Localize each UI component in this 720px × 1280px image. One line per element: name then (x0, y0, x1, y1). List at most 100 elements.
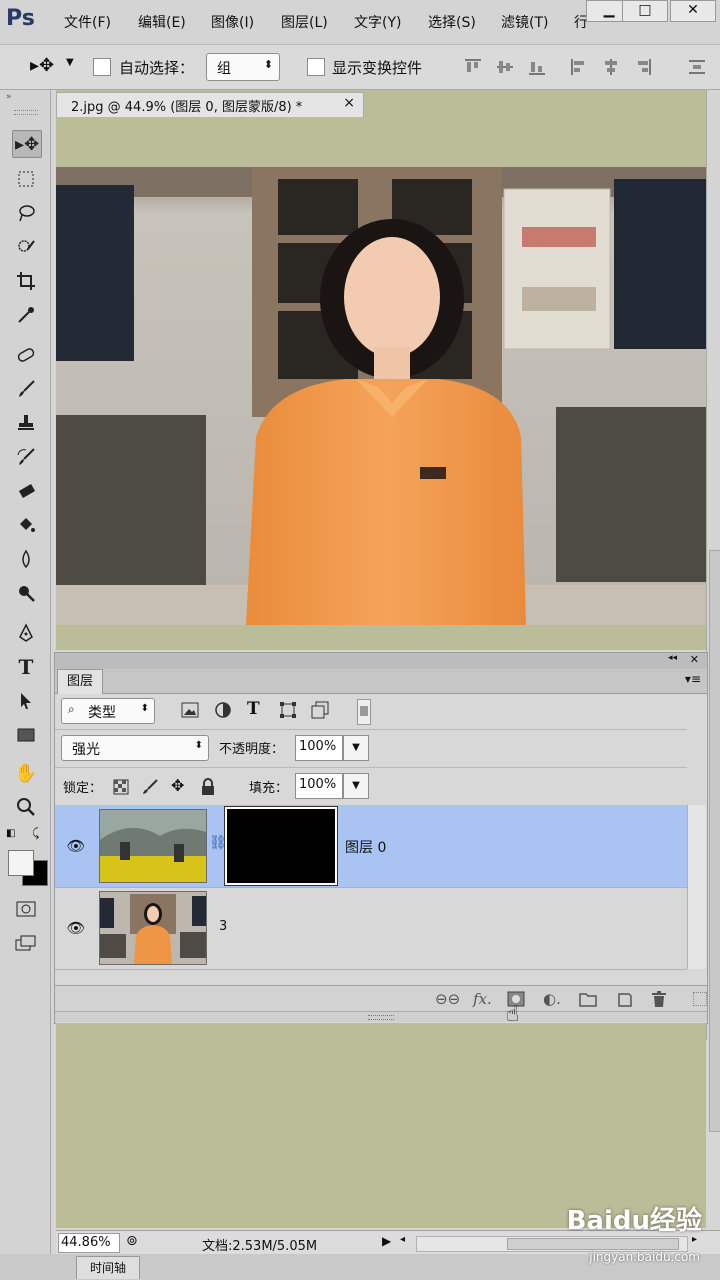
panel-menu-icon[interactable]: ▾≡ (685, 672, 701, 686)
select-arrows-icon: ⬍ (263, 58, 273, 71)
close-icon[interactable]: × (343, 95, 355, 111)
shape-filter-icon[interactable] (279, 701, 297, 719)
brush-tool-icon[interactable] (12, 376, 40, 402)
menu-select[interactable]: 选择(S) (428, 12, 476, 32)
healing-brush-tool-icon[interactable] (12, 342, 40, 368)
hand-tool-icon[interactable]: ✋ (12, 760, 40, 786)
type-filter-icon[interactable]: T (247, 699, 260, 719)
align-vcenter-icon[interactable] (496, 58, 514, 76)
close-button[interactable]: ✕ (670, 0, 716, 22)
layer-row-selected[interactable]: 👁 ⛓ 图层 0 (55, 805, 687, 888)
distribute-icon[interactable] (688, 58, 706, 76)
document-tab[interactable]: 2.jpg @ 44.9% (图层 0, 图层蒙版/8) * × (56, 92, 364, 117)
eyedropper-tool-icon[interactable] (12, 302, 40, 328)
fill-dropdown-icon[interactable]: ▼ (343, 773, 369, 799)
opacity-dropdown-icon[interactable]: ▼ (343, 735, 369, 761)
menu-type[interactable]: 文字(Y) (354, 12, 401, 32)
align-right-icon[interactable] (634, 58, 652, 76)
menu-image[interactable]: 图像(I) (211, 12, 254, 32)
layers-panel: ◂◂ ✕ ▾≡ 图层 ⌕ 类型 ⬍ T 强光 ⬍ 不透明度： 100% ▼ 锁定… (54, 652, 708, 1024)
blend-mode-dropdown[interactable]: 强光 ⬍ (61, 735, 209, 761)
toolbar-grip[interactable] (14, 110, 38, 115)
maximize-button[interactable]: □ (622, 0, 668, 22)
menu-layer[interactable]: 图层(L) (281, 12, 328, 32)
lock-pixels-icon[interactable] (141, 778, 159, 796)
fx-icon[interactable]: fx. (473, 990, 492, 1008)
move-tool-icon[interactable]: ▸✥ (12, 130, 42, 158)
lasso-tool-icon[interactable] (12, 200, 40, 226)
close-panel-icon[interactable]: ✕ (690, 653, 699, 666)
type-tool-icon[interactable]: T (12, 654, 40, 680)
paint-bucket-tool-icon[interactable] (12, 512, 40, 538)
clone-stamp-tool-icon[interactable] (12, 410, 40, 436)
align-hcenter-icon[interactable] (602, 58, 620, 76)
screen-mode-icon[interactable] (12, 930, 40, 956)
lock-transparent-icon[interactable] (113, 779, 129, 795)
auto-select-checkbox[interactable] (93, 58, 111, 76)
new-layer-icon[interactable] (617, 991, 633, 1007)
panel-resize-bar[interactable] (55, 1011, 707, 1022)
collapse-panel-icon[interactable]: ◂◂ (668, 653, 677, 663)
eye-icon[interactable]: 👁 (65, 837, 87, 855)
blur-tool-icon[interactable] (12, 546, 40, 572)
layer-name[interactable]: 图层 0 (345, 837, 386, 857)
history-brush-tool-icon[interactable] (12, 444, 40, 470)
align-left-icon[interactable] (570, 58, 588, 76)
chevron-down-icon[interactable]: ▼ (66, 57, 74, 68)
link-layers-icon[interactable]: ⊖⊖ (435, 990, 460, 1008)
auto-select-value: 组 (217, 61, 231, 77)
status-menu-arrow-icon[interactable]: ▶ (382, 1234, 391, 1248)
align-bottom-icon[interactable] (528, 58, 546, 76)
tab-timeline[interactable]: 时间轴 (76, 1256, 140, 1279)
image-canvas[interactable] (56, 167, 706, 625)
adjustment-filter-icon[interactable] (215, 702, 231, 718)
eraser-tool-icon[interactable] (12, 478, 40, 504)
eye-icon[interactable]: 👁 (65, 919, 87, 937)
filter-kind-dropdown[interactable]: ⌕ 类型 ⬍ (61, 698, 155, 724)
marquee-tool-icon[interactable] (12, 166, 40, 192)
auto-select-dropdown[interactable]: 组 ⬍ (206, 53, 280, 81)
layer-row[interactable]: 👁 3 (55, 887, 687, 970)
move-tool-preset-icon[interactable]: ▸✥ (30, 55, 54, 76)
layers-scrollbar[interactable] (687, 805, 706, 969)
collapse-icon[interactable]: » (6, 92, 12, 102)
new-group-icon[interactable] (579, 991, 597, 1007)
scroll-left-icon[interactable]: ◂ (400, 1234, 405, 1245)
menu-filter[interactable]: 滤镜(T) (501, 12, 548, 32)
select-arrows-icon: ⬍ (194, 740, 203, 751)
swap-colors-icon[interactable]: ⤹ (32, 826, 39, 841)
menu-file[interactable]: 文件(F) (64, 12, 111, 32)
foreground-color-swatch[interactable] (8, 850, 34, 876)
fill-input[interactable]: 100% (295, 773, 343, 799)
zoom-tool-icon[interactable] (12, 794, 40, 820)
scroll-thumb[interactable] (709, 550, 720, 1132)
smart-object-filter-icon[interactable] (311, 701, 329, 719)
layer-mask-thumbnail[interactable] (224, 806, 338, 886)
adjustment-layer-icon[interactable]: ◐. (543, 990, 561, 1008)
resize-grip[interactable] (693, 992, 707, 1006)
rectangle-tool-icon[interactable] (12, 722, 40, 748)
pen-tool-icon[interactable] (12, 620, 40, 646)
path-selection-tool-icon[interactable] (12, 688, 40, 714)
menu-edit[interactable]: 编辑(E) (138, 12, 186, 32)
dodge-tool-icon[interactable] (12, 580, 40, 606)
panel-tab-bar: ▾≡ (55, 669, 707, 694)
show-transform-checkbox[interactable] (307, 58, 325, 76)
lock-position-icon[interactable]: ✥ (171, 776, 184, 795)
vertical-scrollbar[interactable] (706, 90, 720, 1132)
crop-tool-icon[interactable] (12, 268, 40, 294)
filter-toggle[interactable] (357, 699, 371, 725)
align-top-icon[interactable] (464, 58, 482, 76)
lock-all-icon[interactable] (201, 778, 215, 796)
tab-layers[interactable]: 图层 (57, 669, 103, 694)
trash-icon[interactable] (651, 990, 667, 1008)
quick-mask-icon[interactable] (12, 896, 40, 922)
zoom-field[interactable]: 44.86% (58, 1233, 120, 1253)
layer-name[interactable]: 3 (219, 919, 227, 934)
default-colors-icon[interactable]: ◧ (6, 828, 15, 839)
status-info-icon[interactable]: ⊚ (126, 1233, 138, 1249)
pixel-filter-icon[interactable] (181, 702, 199, 718)
quick-select-tool-icon[interactable] (12, 234, 40, 260)
h-scroll-thumb[interactable] (507, 1238, 679, 1250)
opacity-input[interactable]: 100% (295, 735, 343, 761)
